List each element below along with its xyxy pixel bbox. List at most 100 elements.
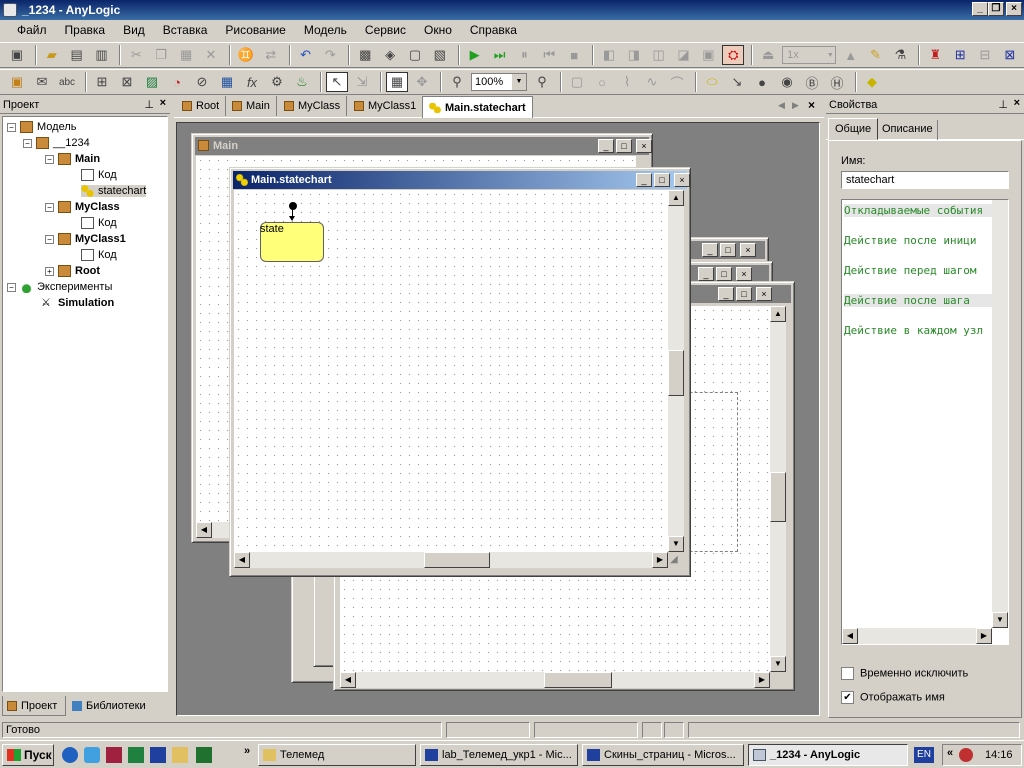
scroll-thumb[interactable] bbox=[770, 472, 786, 522]
menu-service[interactable]: Сервис bbox=[356, 23, 415, 37]
action-before-step[interactable]: Действие перед шагом bbox=[844, 264, 992, 277]
branch-icon[interactable]: Ⓑ bbox=[801, 72, 823, 92]
snap-icon[interactable]: ✥ bbox=[411, 72, 433, 92]
quicklaunch-ie-icon[interactable] bbox=[62, 747, 78, 763]
group-icon[interactable]: ◫ bbox=[648, 45, 670, 65]
tree-item-myclass1[interactable]: − MyClass1 bbox=[45, 233, 126, 246]
redo-icon[interactable]: ↷ bbox=[319, 45, 341, 65]
minimize-button[interactable]: _ bbox=[702, 243, 718, 257]
delete-icon[interactable]: ✕ bbox=[200, 45, 222, 65]
timer-icon[interactable]: ⊘ bbox=[191, 72, 213, 92]
table-icon[interactable]: ▦ bbox=[216, 72, 238, 92]
tree-item-model[interactable]: − Модель bbox=[7, 121, 76, 134]
new-project-icon[interactable]: ▣ bbox=[6, 45, 28, 65]
speed-up-icon[interactable]: ▲ bbox=[840, 45, 862, 65]
menu-help[interactable]: Справка bbox=[461, 23, 526, 37]
maximize-button[interactable]: □ bbox=[736, 287, 752, 301]
tab-general[interactable]: Общие bbox=[828, 118, 879, 140]
debug-icon[interactable]: ⛭ bbox=[722, 45, 745, 65]
event-icon[interactable]: ◔ bbox=[166, 72, 188, 92]
scroll-right-icon[interactable]: ▶ bbox=[652, 552, 668, 568]
note-icon[interactable]: ◆ bbox=[861, 72, 883, 92]
exclude-checkbox[interactable]: Временно исключить bbox=[841, 667, 968, 680]
expand-icon[interactable]: − bbox=[45, 202, 54, 212]
menu-view[interactable]: Вид bbox=[114, 23, 154, 37]
maximize-button[interactable]: □ bbox=[616, 139, 632, 153]
tab-main[interactable]: Main bbox=[226, 96, 277, 116]
tree-item-main-code[interactable]: Код bbox=[81, 169, 117, 182]
dataset-icon[interactable]: ⊠ bbox=[999, 45, 1021, 65]
scroll-up-icon[interactable]: ▲ bbox=[770, 306, 786, 322]
step-icon[interactable]: ⏭ bbox=[489, 45, 511, 65]
tab-libraries[interactable]: Библиотеки bbox=[68, 696, 162, 716]
scroll-right-icon[interactable]: ▶ bbox=[754, 672, 770, 688]
tab-close-icon[interactable]: × bbox=[808, 98, 815, 112]
check-icon[interactable]: ✔ bbox=[841, 691, 854, 704]
tree-item-project[interactable]: − __1234 bbox=[23, 137, 90, 150]
scroll-right-icon[interactable]: ▶ bbox=[976, 628, 992, 644]
statechart-window-caption[interactable]: Main.statechart bbox=[233, 171, 687, 189]
stop-icon[interactable]: ■ bbox=[563, 45, 585, 65]
resize-grip-icon[interactable]: ◢ bbox=[670, 554, 678, 565]
minimize-button[interactable]: _ bbox=[598, 139, 614, 153]
tab-root[interactable]: Root bbox=[176, 96, 227, 116]
actions-horizontal-scrollbar[interactable]: ◀ ▶ bbox=[842, 628, 992, 644]
function-icon[interactable]: fx bbox=[241, 72, 263, 92]
action-after-init[interactable]: Действие после иници bbox=[844, 234, 992, 247]
action-after-step[interactable]: Действие после шага bbox=[844, 294, 992, 307]
speed-select[interactable]: 1x ▼ bbox=[782, 46, 836, 64]
close-button[interactable]: × bbox=[636, 139, 652, 153]
close-button[interactable]: × bbox=[1006, 2, 1022, 16]
tree-item-statechart[interactable]: statechart bbox=[81, 185, 147, 198]
close-icon[interactable]: × bbox=[1014, 97, 1020, 109]
plot-icon[interactable]: ⊞ bbox=[949, 45, 971, 65]
polyline-icon[interactable]: ⌇ bbox=[616, 72, 638, 92]
language-indicator[interactable]: EN bbox=[914, 747, 934, 763]
pause-icon[interactable]: ⏸ bbox=[513, 45, 535, 65]
quicklaunch-more-icon[interactable]: » bbox=[244, 745, 250, 757]
expand-icon[interactable]: − bbox=[45, 234, 54, 244]
tab-myclass1[interactable]: MyClass1 bbox=[348, 96, 424, 116]
history-icon[interactable]: Ⓗ bbox=[826, 72, 848, 92]
run-icon[interactable]: ▶ bbox=[464, 45, 486, 65]
task-word-lab[interactable]: lab_Телемед_укр1 - Mic... bbox=[420, 744, 578, 766]
scroll-down-icon[interactable]: ▼ bbox=[668, 536, 684, 552]
pin-icon[interactable]: ⊥ bbox=[144, 98, 154, 111]
tree-item-simulation[interactable]: ⚔ Simulation bbox=[41, 297, 114, 309]
order-icon[interactable]: ▣ bbox=[697, 45, 719, 65]
collapse-icon[interactable]: + bbox=[45, 266, 54, 276]
cut-icon[interactable]: ✂ bbox=[125, 45, 147, 65]
task-word-skins[interactable]: Скины_страниц - Micros... bbox=[582, 744, 744, 766]
quicklaunch-app-icon[interactable] bbox=[106, 747, 122, 763]
actions-vertical-scrollbar[interactable]: ▼ bbox=[992, 200, 1008, 628]
speed-down-icon[interactable]: ⏏ bbox=[757, 45, 779, 65]
tray-network-icon[interactable] bbox=[959, 748, 973, 762]
rewind-icon[interactable]: ⏮ bbox=[538, 45, 560, 65]
expand-icon[interactable]: − bbox=[7, 282, 16, 292]
image-icon[interactable]: ▨ bbox=[141, 72, 163, 92]
action-deferred-events[interactable]: Откладываемые события bbox=[844, 204, 992, 217]
transition-icon[interactable]: ↘ bbox=[726, 72, 748, 92]
close-button[interactable]: × bbox=[756, 287, 772, 301]
horizontal-scrollbar[interactable]: ◀ ▶ bbox=[234, 552, 668, 568]
circle-icon[interactable]: ○ bbox=[591, 72, 613, 92]
tree-item-root[interactable]: + Root bbox=[45, 265, 100, 278]
arc-icon[interactable]: ⌒ bbox=[666, 72, 688, 92]
scroll-up-icon[interactable]: ▲ bbox=[668, 190, 684, 206]
tree-item-experiments[interactable]: − Эксперименты bbox=[7, 281, 112, 294]
rectangle-icon[interactable]: ▢ bbox=[566, 72, 588, 92]
initial-state-dot[interactable] bbox=[289, 202, 297, 210]
save-all-icon[interactable]: ▥ bbox=[91, 45, 113, 65]
tab-main-statechart[interactable]: Main.statechart bbox=[422, 96, 533, 118]
scroll-down-icon[interactable]: ▼ bbox=[992, 612, 1008, 628]
window-icon[interactable]: ▢ bbox=[404, 45, 426, 65]
rule-icon[interactable]: ⚙ bbox=[266, 72, 288, 92]
main-window-caption[interactable]: Main bbox=[195, 137, 649, 155]
quicklaunch-folder-icon[interactable] bbox=[172, 747, 188, 763]
maximize-button[interactable]: □ bbox=[654, 173, 670, 187]
maximize-button[interactable]: □ bbox=[716, 267, 732, 281]
exclude-checkbox-box[interactable] bbox=[841, 667, 854, 680]
action-each-node[interactable]: Действие в каждом узл bbox=[844, 324, 992, 337]
tray-expand-icon[interactable]: « bbox=[947, 747, 953, 759]
scroll-thumb[interactable] bbox=[668, 350, 684, 396]
